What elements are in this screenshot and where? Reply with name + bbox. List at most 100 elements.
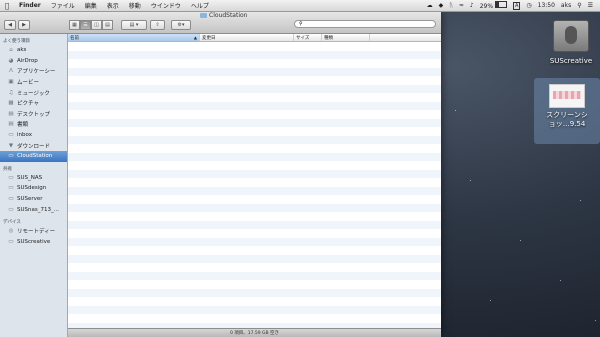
table-row (68, 195, 441, 204)
clock-icon: ◷ (526, 2, 532, 9)
pictures-icon: ▦ (8, 100, 14, 107)
input-source[interactable]: A (510, 2, 523, 10)
column-size[interactable]: サイズ (294, 34, 322, 41)
table-row (68, 305, 441, 314)
sidebar-header-favorites: よく使う項目 (3, 39, 30, 44)
sidebar-item-sus-nas[interactable]: ▭ SUS_NAS (0, 173, 67, 184)
column-view-button[interactable]: ◫ (91, 20, 102, 30)
battery-status[interactable]: 29% (477, 1, 510, 10)
icon-view-button[interactable]: ▦ (69, 20, 80, 30)
arrange-group: ▤ ▾ (121, 20, 147, 30)
table-row (68, 76, 441, 85)
coverflow-view-button[interactable]: ▤ (102, 20, 113, 30)
back-forward-group: ◀ ▶ (4, 20, 30, 30)
column-date-modified[interactable]: 変更日 (200, 34, 294, 41)
server-icon: ▭ (8, 174, 14, 181)
table-row (68, 220, 441, 229)
sidebar-item-cloudstation[interactable]: ▭ CloudStation (0, 150, 67, 162)
sidebar-item-susdesign[interactable]: ▭ SUSdesign (0, 183, 67, 194)
search-icon: ⚲ (299, 21, 303, 27)
documents-icon: ▤ (8, 121, 14, 128)
hard-drive-icon (553, 20, 589, 52)
file-list[interactable] (68, 42, 441, 328)
apple-menu-icon[interactable]:  (0, 2, 14, 10)
sidebar-item-suscreative[interactable]: ▭ SUScreative (0, 237, 67, 248)
sidebar-header-devices: デバイス (3, 219, 21, 225)
user-menu[interactable]: aks (558, 2, 574, 9)
sidebar-item-desktop[interactable]: ▤ デスクトップ (0, 109, 67, 120)
sidebar: よく使う項目 ⌂ aks ◕ AirDrop Λ アプリケーシー ▣ ムービー ♫ ミュー… (0, 34, 68, 337)
table-row (68, 288, 441, 297)
sidebar-item-pictures[interactable]: ▦ ピクチャ (0, 98, 67, 109)
sidebar-item-inbox[interactable]: ▭ inbox (0, 130, 67, 141)
cloud-icon[interactable]: ☁ (424, 2, 436, 9)
table-row (68, 263, 441, 272)
notification-center-icon[interactable]: ☰ (585, 2, 596, 9)
table-row (68, 271, 441, 280)
airdrop-icon: ◕ (8, 57, 14, 64)
sidebar-item-remote-disc[interactable]: ◎ リモートディー (0, 226, 67, 237)
sidebar-item-documents[interactable]: ▤ 書類 (0, 119, 67, 130)
desktop-screenshot-label: スクリーンシ ョッ…9.54 (546, 111, 588, 128)
menu-app-finder[interactable]: Finder (14, 2, 46, 9)
input-source-label: A (512, 2, 521, 10)
spotlight-icon[interactable]: ⚲ (574, 2, 584, 9)
sidebar-item-movies[interactable]: ▣ ムービー (0, 77, 67, 88)
table-row (68, 246, 441, 255)
share-button[interactable]: ⇧ (150, 20, 165, 30)
sidebar-item-susnas-713[interactable]: ▭ SUSnas_713_... (0, 204, 67, 215)
menu-help[interactable]: ヘルプ (186, 1, 214, 10)
back-button[interactable]: ◀ (4, 20, 16, 30)
table-row (68, 144, 441, 153)
column-name[interactable]: 名前 ▲ (68, 34, 200, 41)
downloads-icon: ▼ (8, 142, 14, 149)
view-mode-group: ▦ ☰ ◫ ▤ (69, 20, 113, 30)
window-titlebar[interactable]: CloudStation ◀ ▶ ▦ ☰ ◫ ▤ ▤ ▾ ⇧ ⚙▾ ⚲ (0, 11, 441, 34)
table-row (68, 169, 441, 178)
dropbox-icon[interactable]: ◆ (436, 2, 447, 9)
sidebar-item-aks[interactable]: ⌂ aks (0, 45, 67, 56)
column-kind[interactable]: 種類 (322, 34, 370, 41)
table-row (68, 50, 441, 59)
menu-edit[interactable]: 編集 (80, 1, 102, 10)
desktop-drive-label: SUScreative (549, 57, 593, 65)
sort-ascending-icon: ▲ (193, 35, 197, 40)
menu-view[interactable]: 表示 (102, 1, 124, 10)
sidebar-item-airdrop[interactable]: ◕ AirDrop (0, 56, 67, 67)
list-view-button[interactable]: ☰ (80, 20, 91, 30)
menu-file[interactable]: ファイル (46, 1, 80, 10)
table-row (68, 203, 441, 212)
folder-icon: ▭ (8, 153, 14, 160)
drive-icon: ▭ (8, 238, 14, 245)
sidebar-item-applications[interactable]: Λ アプリケーシー (0, 66, 67, 77)
sidebar-header-shared: 共有 (3, 166, 12, 172)
desktop-screenshot-file[interactable]: スクリーンシ ョッ…9.54 (534, 78, 600, 144)
action-gear-button[interactable]: ⚙▾ (171, 20, 191, 30)
search-field[interactable]: ⚲ (294, 20, 436, 28)
sidebar-item-suserver[interactable]: ▭ SUServer (0, 194, 67, 205)
table-row (68, 186, 441, 195)
forward-button[interactable]: ▶ (18, 20, 30, 30)
volume-icon[interactable]: ♪ (467, 2, 477, 9)
table-row (68, 59, 441, 68)
table-row (68, 93, 441, 102)
folder-icon (200, 13, 207, 18)
status-text: 0 項目、17.59 GB 空き (229, 331, 280, 336)
table-row (68, 127, 441, 136)
wifi-icon[interactable]: ≈ (456, 2, 467, 9)
movies-icon: ▣ (8, 79, 14, 86)
table-row (68, 178, 441, 187)
menu-window[interactable]: ウインドウ (146, 1, 186, 10)
menu-clock[interactable]: 13:50 (535, 2, 558, 9)
bluetooth-icon[interactable]: ᚢ (446, 2, 456, 9)
sidebar-item-downloads[interactable]: ▼ ダウンロード (0, 140, 67, 151)
menu-go[interactable]: 移動 (124, 1, 146, 10)
music-icon: ♫ (8, 89, 14, 96)
action-group: ⚙▾ (171, 20, 191, 30)
battery-percent: 29% (479, 3, 494, 10)
arrange-button[interactable]: ▤ ▾ (121, 20, 147, 30)
table-row (68, 212, 441, 221)
sidebar-item-music[interactable]: ♫ ミュージック (0, 87, 67, 98)
table-row (68, 135, 441, 144)
desktop-drive-suscreative[interactable]: SUScreative (546, 20, 596, 65)
